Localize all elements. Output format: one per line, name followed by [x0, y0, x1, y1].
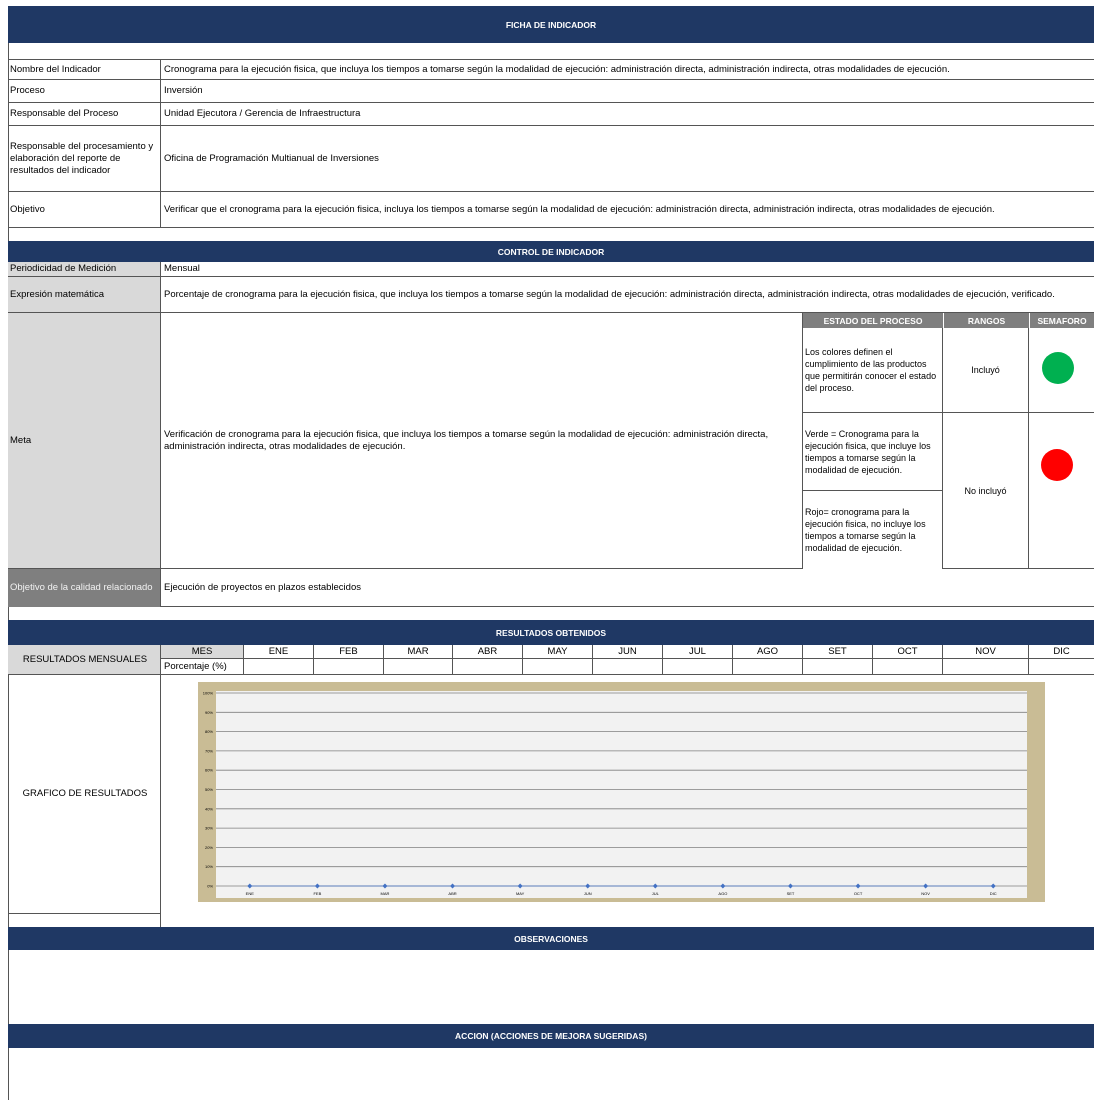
semaforo-cell-red: [1029, 413, 1094, 569]
control-header: CONTROL DE INDICADOR: [8, 241, 1094, 262]
month-value-oct: [873, 659, 943, 675]
responsable-value: Unidad Ejecutora / Gerencia de Infraestr…: [161, 103, 1094, 126]
month-value-ago: [733, 659, 803, 675]
rango-no-incluyo: No incluyó: [943, 413, 1029, 569]
expresion-value: Porcentaje de cronograma para la ejecuci…: [161, 277, 1094, 313]
y-tick-label: 10%: [205, 864, 213, 869]
y-tick-label: 0%: [207, 884, 213, 889]
month-value-dic: [1029, 659, 1094, 675]
y-tick-label: 30%: [205, 826, 213, 831]
x-tick-label: SET: [787, 891, 795, 896]
objetivo-label: Objetivo: [8, 192, 161, 228]
semaforo-header: SEMAFORO: [1029, 313, 1094, 328]
resp-proc-value: Oficina de Programación Multianual de In…: [161, 126, 1094, 192]
month-header-mar: MAR: [384, 645, 453, 659]
month-value-may: [523, 659, 593, 675]
x-tick-label: OCT: [854, 891, 863, 896]
y-tick-label: 100%: [203, 691, 214, 696]
resultados-mensuales-label: RESULTADOS MENSUALES: [8, 645, 161, 675]
y-tick-label: 70%: [205, 748, 213, 753]
ficha-header: FICHA DE INDICADOR: [8, 6, 1094, 43]
month-value-ene: [244, 659, 314, 675]
results-chart: 0% 10% 20% 30% 40% 50% 60% 70% 80% 90% 100% ENE FEB M…: [198, 682, 1045, 902]
month-value-feb: [314, 659, 384, 675]
x-tick-label: ENE: [246, 891, 255, 896]
month-header-jul: JUL: [663, 645, 733, 659]
x-tick-label: NOV: [921, 891, 930, 896]
month-header-abr: ABR: [453, 645, 523, 659]
proceso-value: Inversión: [161, 80, 1094, 103]
y-tick-label: 50%: [205, 787, 213, 792]
month-value-set: [803, 659, 873, 675]
mes-label: MES: [161, 645, 244, 659]
y-tick-label: 60%: [205, 768, 213, 773]
x-tick-label: AGO: [718, 891, 727, 896]
resultados-header: RESULTADOS OBTENIDOS: [8, 620, 1094, 645]
x-tick-label: DIC: [990, 891, 997, 896]
month-header-feb: FEB: [314, 645, 384, 659]
month-header-nov: NOV: [943, 645, 1029, 659]
porcentaje-label: Porcentaje (%): [161, 659, 244, 675]
month-header-oct: OCT: [873, 645, 943, 659]
rangos-header: RANGOS: [943, 313, 1029, 328]
green-light-icon: [1042, 352, 1074, 384]
estado-text-2: Verde = Cronograma para la ejecución fis…: [803, 413, 943, 491]
meta-value: Verificación de cronograma para la ejecu…: [161, 313, 803, 569]
x-tick-label: JUN: [584, 891, 592, 896]
x-tick-label: JUL: [652, 891, 660, 896]
y-tick-label: 90%: [205, 710, 213, 715]
proceso-label: Proceso: [8, 80, 161, 103]
objetivo-value: Verificar que el cronograma para la ejec…: [161, 192, 1094, 228]
month-header-may: MAY: [523, 645, 593, 659]
x-tick-label: MAR: [381, 891, 390, 896]
month-header-dic: DIC: [1029, 645, 1094, 659]
y-tick-label: 20%: [205, 845, 213, 850]
resp-proc-label: Responsable del procesamiento y elaborac…: [8, 126, 161, 192]
rango-incluyo: Incluyó: [943, 328, 1029, 413]
red-light-icon: [1041, 449, 1073, 481]
meta-label: Meta: [8, 313, 161, 569]
calidad-value: Ejecución de proyectos en plazos estable…: [161, 569, 1094, 607]
month-header-jun: JUN: [593, 645, 663, 659]
estado-text-1: Los colores definen el cumplimiento de l…: [803, 328, 943, 413]
month-value-jul: [663, 659, 733, 675]
calidad-label: Objetivo de la calidad relacionado: [8, 569, 161, 607]
estado-header: ESTADO DEL PROCESO: [803, 313, 943, 328]
x-tick-label: FEB: [313, 891, 321, 896]
grafico-label: GRAFICO DE RESULTADOS: [8, 675, 161, 914]
month-value-mar: [384, 659, 453, 675]
observaciones-header: OBSERVACIONES: [8, 927, 1094, 950]
grafico-spacer: [8, 914, 161, 927]
nombre-label: Nombre del Indicador: [8, 60, 161, 80]
month-value-nov: [943, 659, 1029, 675]
month-header-ene: ENE: [244, 645, 314, 659]
y-tick-label: 80%: [205, 729, 213, 734]
month-value-jun: [593, 659, 663, 675]
nombre-value: Cronograma para la ejecución fisica, que…: [161, 60, 1094, 80]
responsable-label: Responsable del Proceso: [8, 103, 161, 126]
expresion-label: Expresión matemática: [8, 277, 161, 313]
estado-text-3: Rojo= cronograma para la ejecución fisic…: [803, 491, 943, 569]
month-header-set: SET: [803, 645, 873, 659]
x-tick-label: ABR: [448, 891, 456, 896]
y-tick-label: 40%: [205, 806, 213, 811]
x-tick-label: MAY: [516, 891, 525, 896]
periodicidad-value: Mensual: [161, 262, 1094, 277]
month-value-abr: [453, 659, 523, 675]
month-header-ago: AGO: [733, 645, 803, 659]
periodicidad-label: Periodicidad de Medición: [8, 262, 161, 277]
accion-header: ACCION (ACCIONES DE MEJORA SUGERIDAS): [8, 1024, 1094, 1048]
semaforo-cell-green: [1029, 328, 1094, 413]
